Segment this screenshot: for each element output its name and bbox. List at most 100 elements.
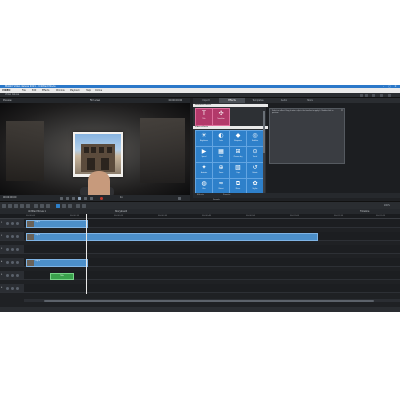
track-header[interactable]: 2	[0, 232, 24, 240]
timeline-track[interactable]: 4 Clip 3	[0, 258, 400, 267]
section-header-featured[interactable]: Featured effects	[193, 104, 268, 107]
snap-icon[interactable]	[76, 203, 80, 208]
ruler-tick-label: 00:01:10	[334, 215, 343, 217]
select-tool-icon[interactable]	[56, 203, 60, 208]
close-icon[interactable]: ✕	[341, 109, 343, 112]
solo-icon[interactable]	[11, 247, 14, 251]
mute-icon[interactable]	[6, 260, 9, 264]
timeline-scrollbar[interactable]	[24, 299, 400, 302]
step-back-icon[interactable]	[66, 196, 69, 200]
mute-icon[interactable]	[6, 286, 9, 290]
cut-icon[interactable]	[8, 203, 12, 208]
effect-tile[interactable]: ✦ Animate	[195, 162, 213, 179]
preview-video-frame[interactable]	[0, 103, 190, 195]
track-number: 6	[1, 287, 3, 289]
stop-icon[interactable]	[72, 196, 75, 200]
timeline-scrollbar-thumb[interactable]	[44, 299, 374, 302]
solo-icon[interactable]	[11, 260, 14, 264]
lock-icon[interactable]	[16, 247, 19, 251]
export-icon[interactable]	[388, 93, 391, 97]
timeline-track[interactable]: 3	[0, 245, 400, 254]
video-clip[interactable]: Clip 3	[26, 259, 88, 267]
effect-tile[interactable]: ◆ Sharpness	[229, 130, 247, 147]
lock-icon[interactable]	[16, 286, 19, 290]
mute-icon[interactable]	[6, 221, 9, 225]
mute-icon[interactable]	[6, 247, 9, 251]
tab-store[interactable]: Store	[297, 98, 323, 103]
effect-icon: ◎	[252, 132, 258, 139]
stone-gate-image	[81, 144, 115, 172]
effect-tile[interactable]: ⊙ Travel	[246, 146, 264, 163]
play-icon[interactable]	[78, 196, 81, 200]
go-to-end-icon[interactable]	[90, 196, 93, 200]
track-header[interactable]: 1	[0, 219, 24, 227]
effect-tile[interactable]: ▶ Speed	[195, 146, 213, 163]
effect-tile[interactable]: ☀ Brightness	[195, 130, 213, 147]
undo-icon[interactable]	[360, 93, 363, 97]
effect-tile[interactable]: ▦ Mask	[212, 146, 230, 163]
trim-tool-icon[interactable]	[62, 203, 66, 208]
group-icon[interactable]	[34, 203, 38, 208]
effect-tile[interactable]: ⊕ Zoom	[212, 162, 230, 179]
effect-tile[interactable]: ◐ Color	[212, 130, 230, 147]
status-bar	[0, 307, 400, 312]
effects-scrollbar[interactable]	[263, 111, 265, 197]
featured-effect-title[interactable]: T Title	[195, 108, 213, 126]
timeline-track[interactable]: 1 Clip 1	[0, 219, 400, 228]
effects-scrollbar-thumb[interactable]	[263, 111, 265, 153]
settings-icon[interactable]	[372, 93, 375, 97]
video-clip[interactable]: Clip 2	[26, 233, 318, 241]
bottom-tab-effects[interactable]: Effects	[197, 193, 204, 198]
section-header-video-effects[interactable]: Video effects	[193, 126, 268, 129]
title-object[interactable]: Title	[50, 272, 74, 280]
effect-tile[interactable]: ▧ Crop	[229, 162, 247, 179]
timeline-track[interactable]: 5 Title	[0, 271, 400, 280]
timeline-track[interactable]: 6	[0, 284, 400, 293]
timeline-track[interactable]: 2 Clip 2	[0, 232, 400, 241]
solo-icon[interactable]	[11, 286, 14, 290]
mute-icon[interactable]	[6, 234, 9, 238]
step-forward-icon[interactable]	[84, 196, 87, 200]
record-icon[interactable]	[100, 196, 103, 200]
lock-icon[interactable]	[16, 273, 19, 277]
solo-icon[interactable]	[11, 221, 14, 225]
effect-tile[interactable]: ↺ Rotate	[246, 162, 264, 179]
mouse-mode-icon[interactable]	[2, 203, 6, 208]
track-header[interactable]: 5	[0, 271, 24, 279]
featured-effect-transition[interactable]: ✣ Transition	[212, 108, 230, 126]
fullscreen-icon[interactable]	[178, 196, 181, 200]
track-header[interactable]: 4	[0, 258, 24, 266]
split-tool-icon[interactable]	[68, 203, 72, 208]
solo-icon[interactable]	[11, 234, 14, 238]
help-icon[interactable]	[380, 93, 383, 97]
effect-tile[interactable]: ◎ Stabilize	[246, 130, 264, 147]
lock-icon[interactable]	[16, 234, 19, 238]
video-clip[interactable]: Clip 1	[26, 220, 88, 228]
track-header[interactable]: 6	[0, 284, 24, 292]
ungroup-icon[interactable]	[40, 203, 44, 208]
mute-icon[interactable]	[6, 273, 9, 277]
bottom-tab-presets[interactable]: Presets	[223, 193, 230, 198]
tab-audio[interactable]: Audio	[271, 98, 297, 103]
lock-icon[interactable]	[16, 260, 19, 264]
zoom-level[interactable]: 100%	[384, 202, 390, 209]
ripple-icon[interactable]	[82, 203, 86, 208]
go-to-start-icon[interactable]	[60, 196, 63, 200]
app-window: MAGIX Video deluxe 2021 - Untitled Movie…	[0, 85, 400, 312]
effect-icon: ◍	[201, 180, 207, 187]
effect-label: Travel	[252, 157, 258, 158]
copy-icon[interactable]	[20, 203, 24, 208]
paste-icon[interactable]	[26, 203, 30, 208]
effect-description: Select an effect. Drag it onto a clip in…	[272, 111, 334, 115]
effect-label: Speed	[201, 157, 207, 158]
redo-icon[interactable]	[365, 93, 368, 97]
lock-icon[interactable]	[16, 221, 19, 225]
playhead[interactable]	[86, 214, 87, 294]
effect-tile[interactable]: ⊞ Chroma key	[229, 146, 247, 163]
marker-icon[interactable]	[46, 203, 50, 208]
ruler-tick-label: 00:00:00	[26, 215, 35, 217]
solo-icon[interactable]	[11, 273, 14, 277]
track-header[interactable]: 3	[0, 245, 24, 253]
delete-icon[interactable]	[14, 203, 18, 208]
hand	[88, 171, 110, 195]
